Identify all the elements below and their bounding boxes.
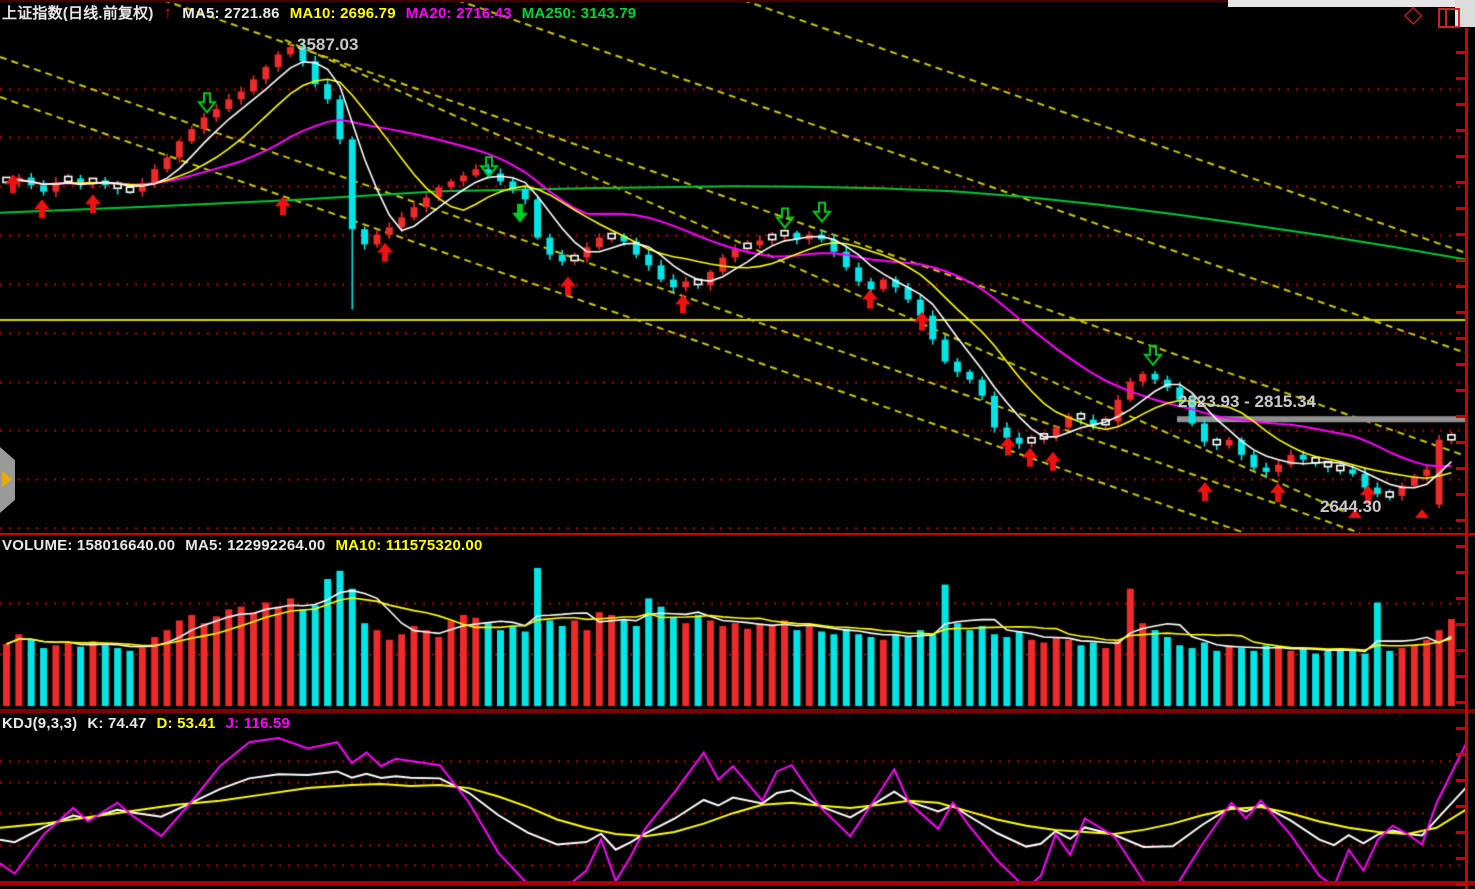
low-price-label: 2644.30: [1320, 497, 1381, 517]
price-axis-line: [1465, 28, 1468, 889]
kdj-d-value: D: 53.41: [157, 715, 216, 732]
ma10-value: MA10: 2696.79: [290, 5, 396, 22]
kdj-pane-header: KDJ(9,3,3) K: 74.47 D: 53.41 J: 116.59: [2, 715, 300, 732]
kdj-name: KDJ(9,3,3): [2, 715, 77, 732]
price-axis-ticks: [1456, 28, 1465, 889]
ma5-value: MA5: 2721.86: [182, 5, 279, 22]
candlestick-chart-canvas[interactable]: [0, 0, 1466, 533]
ma20-value: MA20: 2716.43: [406, 5, 512, 22]
trend-up-icon: ↑: [164, 3, 173, 22]
volume-ma10-value: MA10: 111575320.00: [335, 537, 482, 554]
instrument-title: 上证指数(日线.前复权): [2, 5, 154, 22]
volume-chart-canvas[interactable]: [0, 558, 1466, 708]
kdj-pane: KDJ(9,3,3) K: 74.47 D: 53.41 J: 116.59: [0, 713, 1475, 889]
gap-range-label: 2823.93 - 2815.34: [1178, 392, 1316, 412]
ma250-value: MA250: 3143.79: [522, 5, 637, 22]
split-window-icon-inner: [1440, 10, 1447, 26]
volume-pane: VOLUME: 158016640.00 MA5: 122992264.00 MA1…: [0, 535, 1475, 713]
volume-pane-header: VOLUME: 158016640.00 MA5: 122992264.00 MA1…: [2, 537, 493, 554]
kdj-pane-bottom-border: [0, 881, 1475, 885]
split-window-icon[interactable]: [1438, 8, 1460, 28]
peak-price-label: 3587.03: [297, 35, 358, 55]
kdj-j-value: J: 116.59: [226, 715, 290, 732]
diamond-tool-icon[interactable]: ◇: [1404, 2, 1422, 28]
kdj-chart-canvas[interactable]: [0, 736, 1466, 882]
window-top-strip: [1228, 0, 1475, 7]
price-pane: 上证指数(日线.前复权) ↑ MA5: 2721.86 MA10: 2696.79 MA…: [0, 0, 1475, 535]
volume-value: VOLUME: 158016640.00: [2, 537, 175, 554]
kdj-k-value: K: 74.47: [87, 715, 146, 732]
expand-arrow-icon: [2, 471, 12, 487]
volume-ma5-value: MA5: 122992264.00: [185, 537, 325, 554]
price-pane-header: 上证指数(日线.前复权) ↑ MA5: 2721.86 MA10: 2696.79 MA…: [2, 2, 646, 23]
